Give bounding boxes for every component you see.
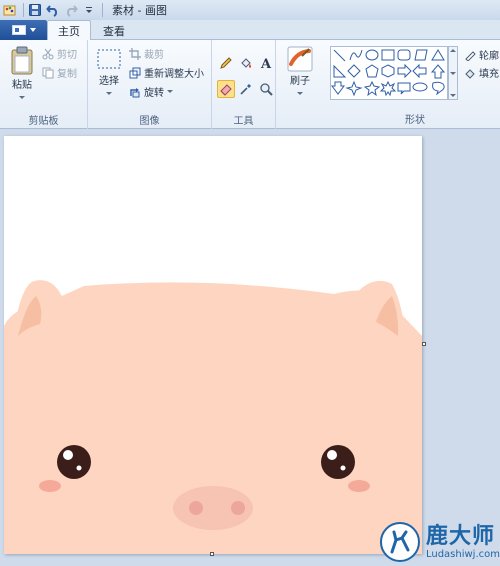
color-picker-icon[interactable] [237, 80, 255, 98]
scroll-down-icon[interactable] [450, 71, 456, 75]
brushes-label: 刷子 [290, 76, 310, 87]
expand-gallery-icon[interactable] [450, 94, 456, 97]
shapes-gallery[interactable] [330, 46, 448, 100]
rotate-button[interactable]: 旋转 [129, 84, 173, 99]
chevron-down-icon [19, 96, 25, 99]
deer-logo-icon [380, 522, 420, 562]
right-cheek [348, 480, 370, 492]
resize-label: 重新调整大小 [144, 69, 204, 80]
separator [102, 3, 103, 17]
chevron-down-icon [167, 90, 173, 93]
left-eye [57, 445, 91, 479]
redo-icon[interactable] [63, 2, 79, 18]
chevron-down-icon [29, 28, 36, 32]
paste-icon [11, 46, 33, 75]
watermark-subtext: Ludashiwj.com [425, 548, 500, 560]
eraser-icon[interactable] [217, 80, 235, 98]
resize-icon [129, 67, 141, 78]
clipboard-group-label: 剪贴板 [28, 116, 59, 127]
customize-dropdown-icon[interactable] [81, 2, 97, 18]
watermark-text: 鹿大师 [425, 523, 495, 549]
app-icon[interactable] [2, 2, 18, 18]
tab-view[interactable]: 查看 [92, 20, 136, 41]
crop-label: 裁剪 [144, 50, 164, 61]
rotate-label: 旋转 [144, 88, 164, 99]
brushes-button[interactable]: 刷子 [285, 46, 315, 95]
file-menu-button[interactable] [0, 20, 47, 40]
window-title: 素材 - 画图 [112, 4, 167, 17]
fill-label: 填充 [479, 69, 499, 80]
shapes-group-label: 形状 [405, 115, 425, 126]
chevron-down-icon [297, 92, 303, 95]
file-menu-icon [11, 25, 26, 35]
selection-rectangle-icon [97, 49, 121, 69]
scroll-up-icon[interactable] [450, 49, 456, 52]
chevron-down-icon [106, 92, 112, 95]
rotate-icon [130, 87, 140, 97]
crop-icon [129, 47, 141, 60]
resize-handle-bottom[interactable] [210, 552, 214, 556]
right-eye [321, 445, 355, 479]
copy-icon [42, 67, 54, 78]
left-nostril [189, 501, 203, 515]
magnifier-icon[interactable] [257, 80, 275, 98]
fill-icon[interactable] [237, 54, 255, 72]
pig-illustration [4, 136, 422, 554]
save-icon[interactable] [27, 2, 43, 18]
svg-text:A: A [260, 57, 272, 70]
undo-icon[interactable] [45, 2, 61, 18]
paste-label: 粘贴 [12, 80, 32, 91]
image-group: 选择 裁剪 重新调整大小 旋转 图像 [88, 40, 212, 129]
text-icon[interactable]: A [257, 54, 275, 72]
drawing-canvas[interactable] [4, 136, 422, 554]
select-label: 选择 [99, 76, 119, 87]
cut-button[interactable]: 剪切 [42, 46, 77, 61]
copy-button[interactable]: 复制 [42, 65, 77, 80]
shapes-gallery-icons [331, 49, 446, 97]
resize-handle-right[interactable] [422, 342, 426, 346]
select-button[interactable]: 选择 [94, 46, 124, 95]
image-group-label: 图像 [139, 116, 160, 127]
outline-icon [465, 50, 476, 61]
paste-button[interactable]: 粘贴 [7, 46, 37, 99]
ribbon-tab-strip: 主页 查看 [0, 20, 500, 41]
right-nostril [231, 501, 245, 515]
shape-fill-icon [465, 68, 475, 79]
scissors-icon [42, 48, 54, 59]
shapes-scrollbar[interactable] [448, 46, 458, 100]
tools-group-label: 工具 [233, 116, 254, 127]
fill-button[interactable]: 填充 [464, 65, 499, 80]
left-cheek [39, 480, 61, 492]
tab-home[interactable]: 主页 [47, 20, 91, 41]
tools-group: A 工具 [212, 40, 276, 129]
ribbon: 粘贴 剪切 复制 剪贴板 选择 裁剪 重新调整大小 旋转 图像 A 工具 刷子 … [0, 40, 500, 129]
clipboard-group: 粘贴 剪切 复制 剪贴板 [0, 40, 88, 129]
title-bar: 素材 - 画图 [0, 0, 500, 20]
crop-button[interactable]: 裁剪 [129, 46, 164, 61]
canvas-workspace [0, 130, 500, 566]
watermark: 鹿大师 Ludashiwj.com [380, 518, 500, 566]
copy-label: 复制 [57, 69, 77, 80]
separator [23, 3, 24, 17]
pencil-icon[interactable] [217, 54, 235, 72]
resize-button[interactable]: 重新调整大小 [129, 65, 204, 80]
cut-label: 剪切 [57, 50, 77, 61]
brush-icon [287, 46, 313, 72]
outline-label: 轮廓 [479, 51, 499, 62]
brushes-group: 刷子 [276, 40, 324, 129]
outline-button[interactable]: 轮廓 [464, 47, 499, 62]
quick-access-toolbar [2, 0, 106, 20]
